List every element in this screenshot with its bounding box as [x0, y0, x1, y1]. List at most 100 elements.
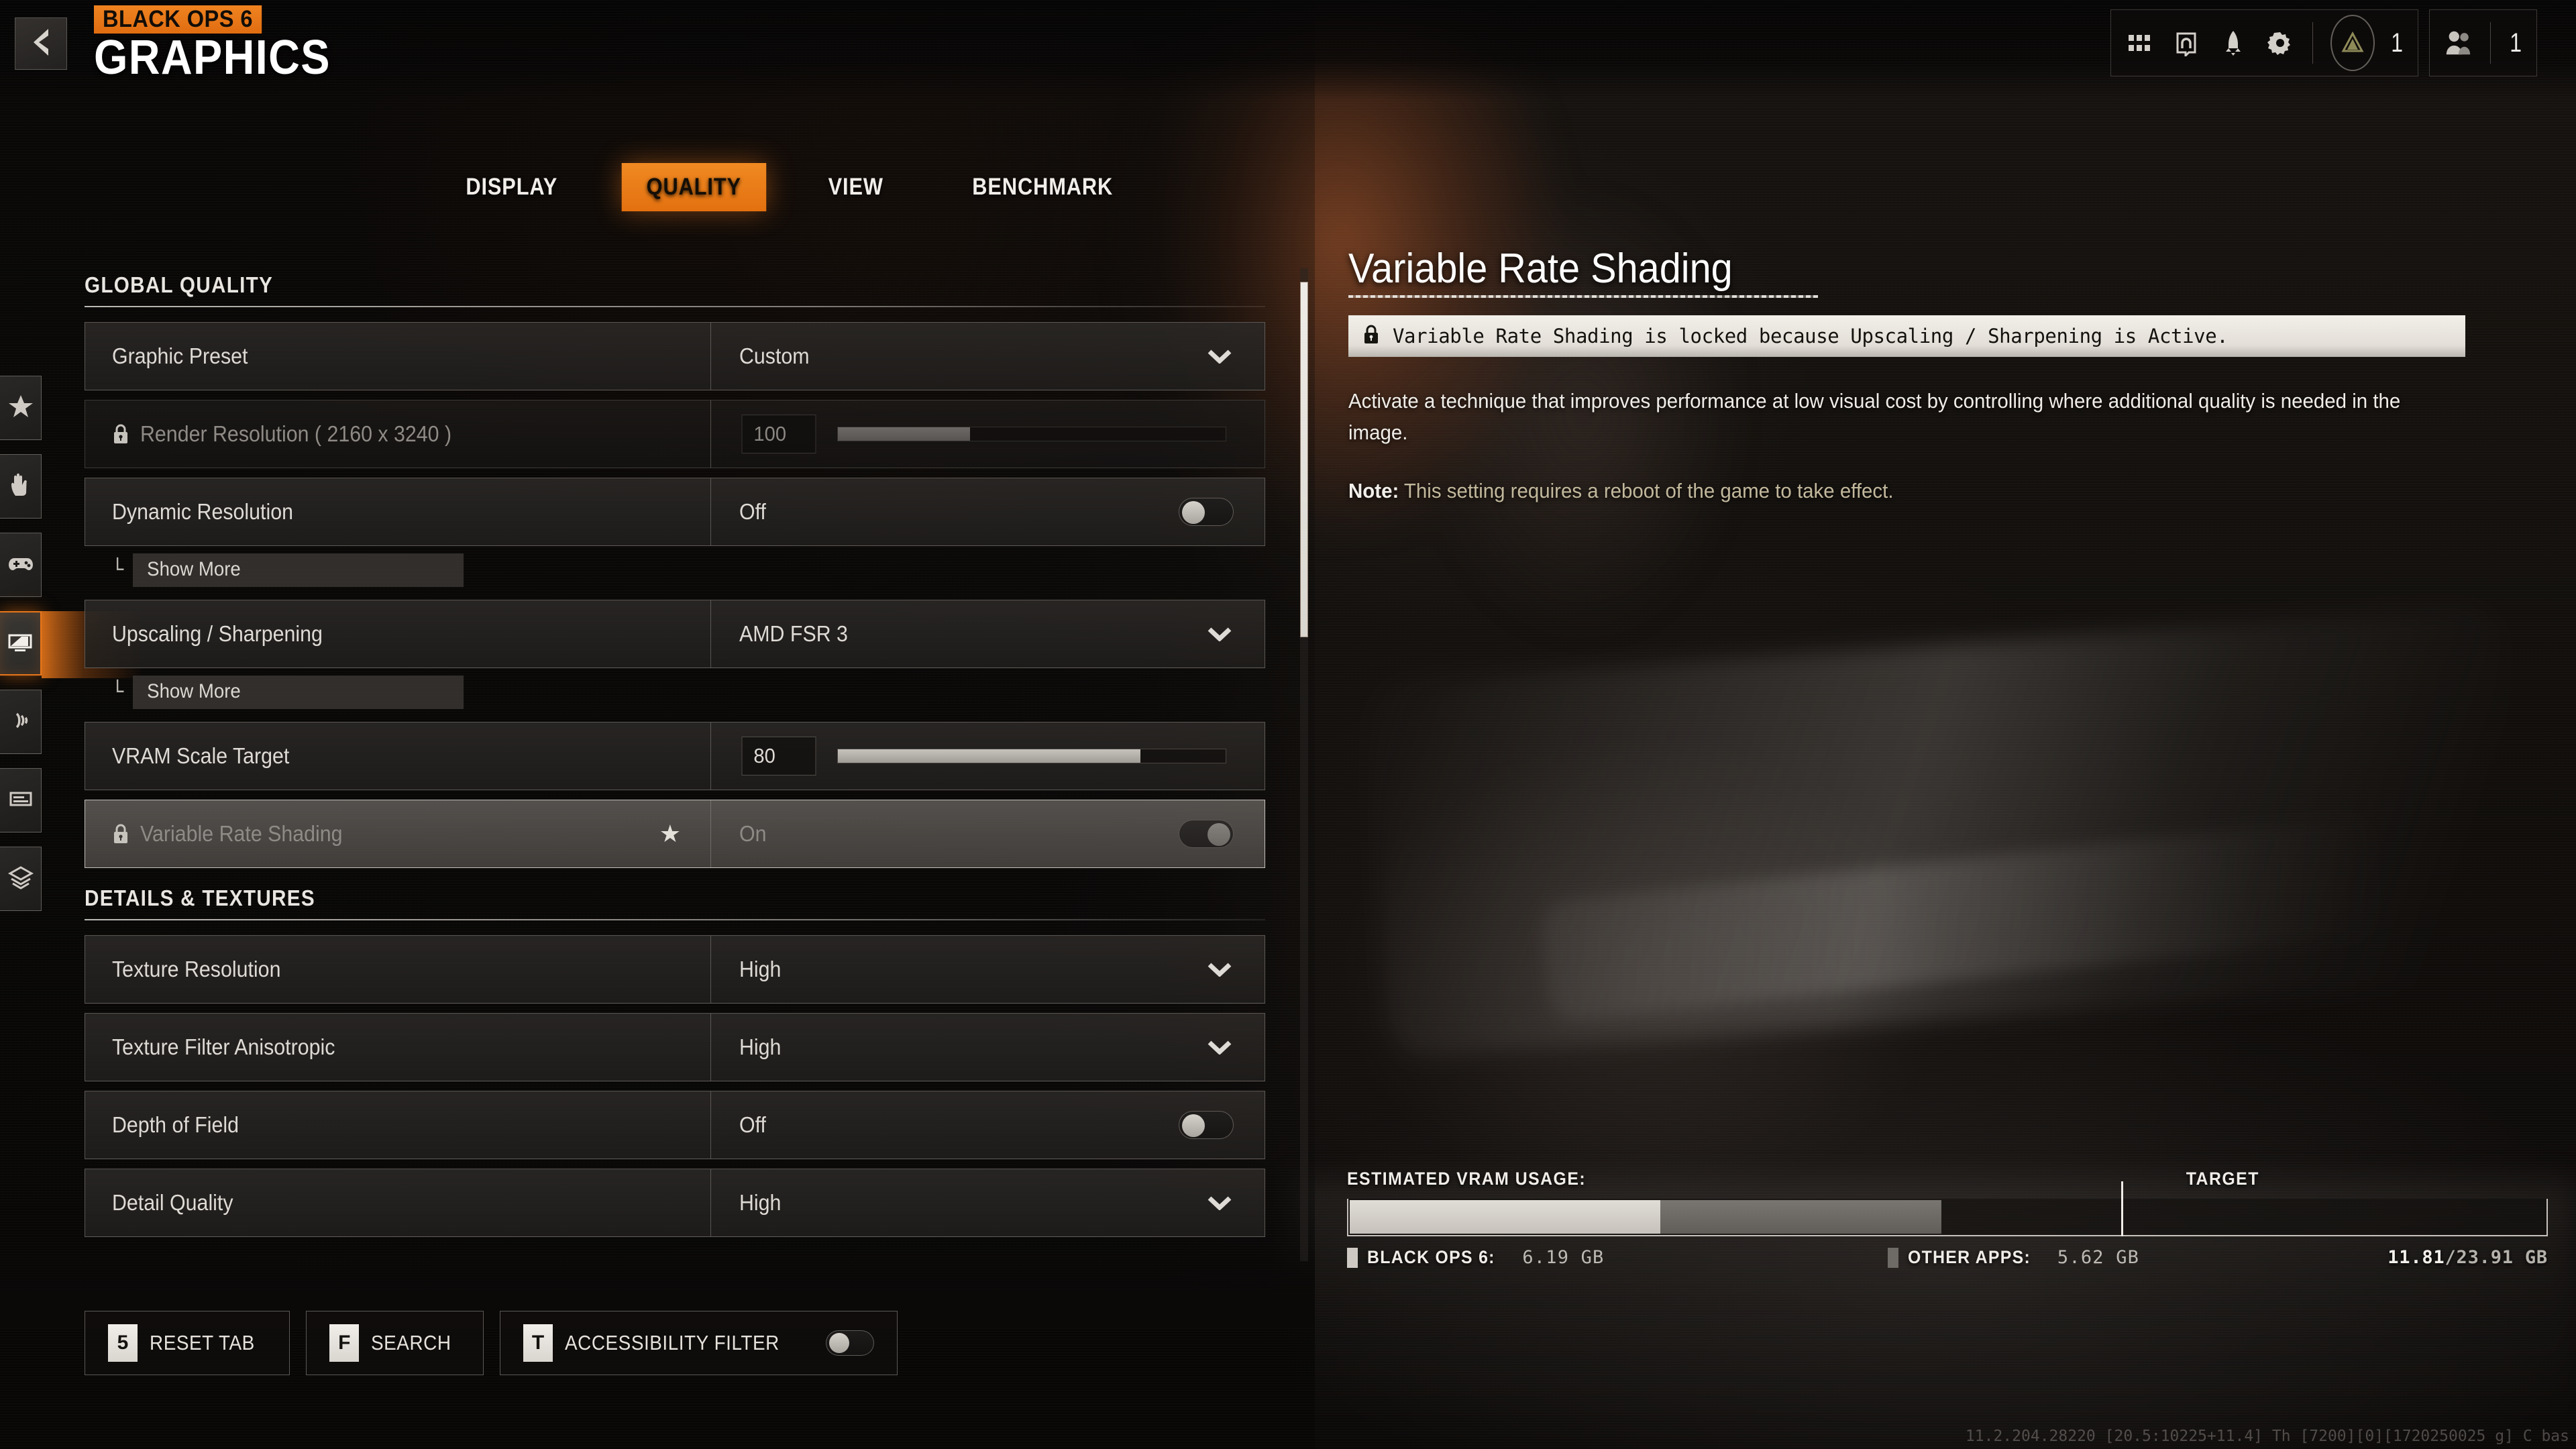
setting-label: Render Resolution ( 2160 x 3240 )	[140, 421, 452, 446]
rail-item-interface[interactable]	[0, 768, 42, 833]
show-more-label: Show More	[133, 676, 464, 709]
row-value-area[interactable]: Off	[711, 1091, 1265, 1159]
vram-bar	[1347, 1181, 2548, 1236]
vram-total: 11.81/23.91 GB	[2387, 1247, 2548, 1268]
accessibility-filter-toggle[interactable]	[826, 1330, 875, 1356]
scrollbar-thumb[interactable]	[1300, 282, 1308, 637]
setting-row-variable-rate-shading[interactable]: Variable Rate Shading ★ On	[85, 800, 1265, 868]
setting-row-texture-filter-anisotropic[interactable]: Texture Filter Anisotropic High	[85, 1013, 1265, 1081]
page-title-text: GRAPHICS	[94, 31, 331, 85]
grid-icon[interactable]	[2125, 28, 2154, 58]
setting-value: Off	[739, 1112, 766, 1137]
chevron-down-icon[interactable]	[1207, 1040, 1232, 1055]
rail-item-controller[interactable]	[0, 533, 42, 597]
setting-label: Graphic Preset	[112, 343, 248, 368]
setting-value: Custom	[739, 343, 810, 368]
vram-total-used: 11.81	[2387, 1247, 2445, 1268]
setting-row-depth-of-field[interactable]: Depth of Field Off	[85, 1091, 1265, 1159]
row-value-area[interactable]: High	[711, 1014, 1265, 1081]
vram-legend-game: BLACK OPS 6: 6.19 GB	[1347, 1247, 1605, 1268]
setting-label: Texture Resolution	[112, 957, 281, 981]
detail-description: Activate a technique that improves perfo…	[1348, 389, 2401, 445]
star-icon	[7, 393, 34, 423]
row-label-area: Variable Rate Shading ★	[85, 800, 710, 867]
back-button[interactable]	[15, 17, 67, 70]
vram-scale-slider[interactable]	[837, 749, 1226, 763]
tree-elbow-icon: └	[111, 558, 124, 582]
headset-icon[interactable]	[2171, 28, 2201, 58]
section-title-details-textures: DETAILS & TEXTURES	[85, 885, 315, 910]
row-value-area[interactable]: High	[711, 1169, 1265, 1236]
dynamic-resolution-toggle[interactable]	[1179, 498, 1234, 526]
setting-value: On	[739, 821, 767, 846]
chevron-left-icon	[31, 28, 51, 60]
detail-note: Note: This setting requires a reboot of …	[1348, 479, 2426, 503]
reset-tab-button[interactable]: 5 RESET TAB	[85, 1311, 290, 1375]
rail-item-general[interactable]	[0, 376, 42, 440]
render-resolution-slider	[837, 427, 1226, 441]
depth-of-field-toggle[interactable]	[1179, 1111, 1234, 1139]
row-value-area[interactable]: High	[711, 936, 1265, 1003]
favorite-star-icon[interactable]: ★	[659, 822, 681, 846]
chevron-down-icon[interactable]	[1207, 962, 1232, 977]
setting-row-detail-quality[interactable]: Detail Quality High	[85, 1169, 1265, 1237]
social-count: 1	[2509, 28, 2522, 58]
tab-view[interactable]: VIEW	[810, 164, 901, 210]
chevron-down-icon[interactable]	[1207, 349, 1232, 364]
tab-benchmark[interactable]: BENCHMARK	[954, 164, 1130, 210]
legend-game-label: BLACK OPS 6:	[1367, 1247, 1495, 1267]
rocket-icon[interactable]	[2218, 28, 2248, 58]
settings-scrollbar[interactable]	[1300, 268, 1308, 1261]
chevron-down-icon[interactable]	[1207, 627, 1232, 642]
hud-panel-icon	[7, 786, 34, 816]
setting-row-upscaling-sharpening[interactable]: Upscaling / Sharpening AMD FSR 3	[85, 600, 1265, 668]
setting-label: Texture Filter Anisotropic	[112, 1034, 335, 1059]
chevron-down-icon[interactable]	[1207, 1195, 1232, 1211]
detail-title: Variable Rate Shading	[1348, 246, 1733, 292]
row-value-area[interactable]: 80	[711, 722, 1265, 790]
sub-item-show-more-upscaling[interactable]: └ Show More	[111, 675, 1265, 710]
setting-row-graphic-preset[interactable]: Graphic Preset Custom	[85, 322, 1265, 390]
social-divider	[2489, 22, 2491, 64]
setting-row-dynamic-resolution[interactable]: Dynamic Resolution Off	[85, 478, 1265, 546]
row-value-area[interactable]: Custom	[711, 323, 1265, 390]
rail-item-audio[interactable]	[0, 690, 42, 754]
tab-bar: DISPLAY QUALITY VIEW BENCHMARK	[439, 163, 1142, 211]
accessibility-filter-button[interactable]: T ACCESSIBILITY FILTER	[500, 1311, 898, 1375]
rank-display[interactable]: 1	[2330, 15, 2404, 71]
setting-label: Variable Rate Shading	[140, 821, 343, 846]
social-players-icon[interactable]	[2443, 28, 2473, 58]
gamepad-icon	[7, 550, 34, 580]
bottom-action-bar: 5 RESET TAB F SEARCH T ACCESSIBILITY FIL…	[85, 1311, 898, 1375]
monitor-icon	[7, 629, 34, 659]
vram-bar-game-segment	[1350, 1200, 1660, 1234]
row-label-area: Render Resolution ( 2160 x 3240 )	[85, 400, 710, 468]
row-value-area[interactable]: AMD FSR 3	[711, 600, 1265, 667]
game-logo: BLACK OPS 6	[94, 5, 262, 34]
setting-row-vram-scale-target[interactable]: VRAM Scale Target 80	[85, 722, 1265, 790]
search-button[interactable]: F SEARCH	[306, 1311, 484, 1375]
build-version-string: 11.2.204.28220 [20.5:10225+11.4] Th [720…	[1965, 1428, 2569, 1445]
slider-fill	[838, 427, 970, 441]
gear-icon[interactable]	[2265, 28, 2295, 58]
vram-scale-value[interactable]: 80	[741, 737, 816, 775]
rail-item-graphics[interactable]	[0, 611, 142, 678]
row-value-area: On	[711, 800, 1265, 867]
rail-item-gesture[interactable]	[0, 454, 42, 519]
setting-row-texture-resolution[interactable]: Texture Resolution High	[85, 935, 1265, 1004]
key-hint-5: 5	[108, 1324, 138, 1362]
rail-item-account[interactable]	[0, 847, 42, 911]
row-label-area: Dynamic Resolution	[85, 478, 710, 545]
setting-value: Off	[739, 499, 766, 524]
row-value-area[interactable]: Off	[711, 478, 1265, 545]
tab-quality[interactable]: QUALITY	[622, 163, 767, 211]
row-label-area: VRAM Scale Target	[85, 722, 710, 790]
detail-title-underline	[1348, 295, 1818, 298]
reset-tab-label: RESET TAB	[150, 1331, 255, 1354]
tab-display[interactable]: DISPLAY	[448, 164, 576, 210]
setting-value: High	[739, 957, 782, 981]
sub-item-show-more-dynamic[interactable]: └ Show More	[111, 553, 1265, 588]
hand-icon	[7, 472, 34, 502]
vram-target-label: TARGET	[2186, 1169, 2260, 1189]
row-label-area: Depth of Field	[85, 1091, 710, 1159]
